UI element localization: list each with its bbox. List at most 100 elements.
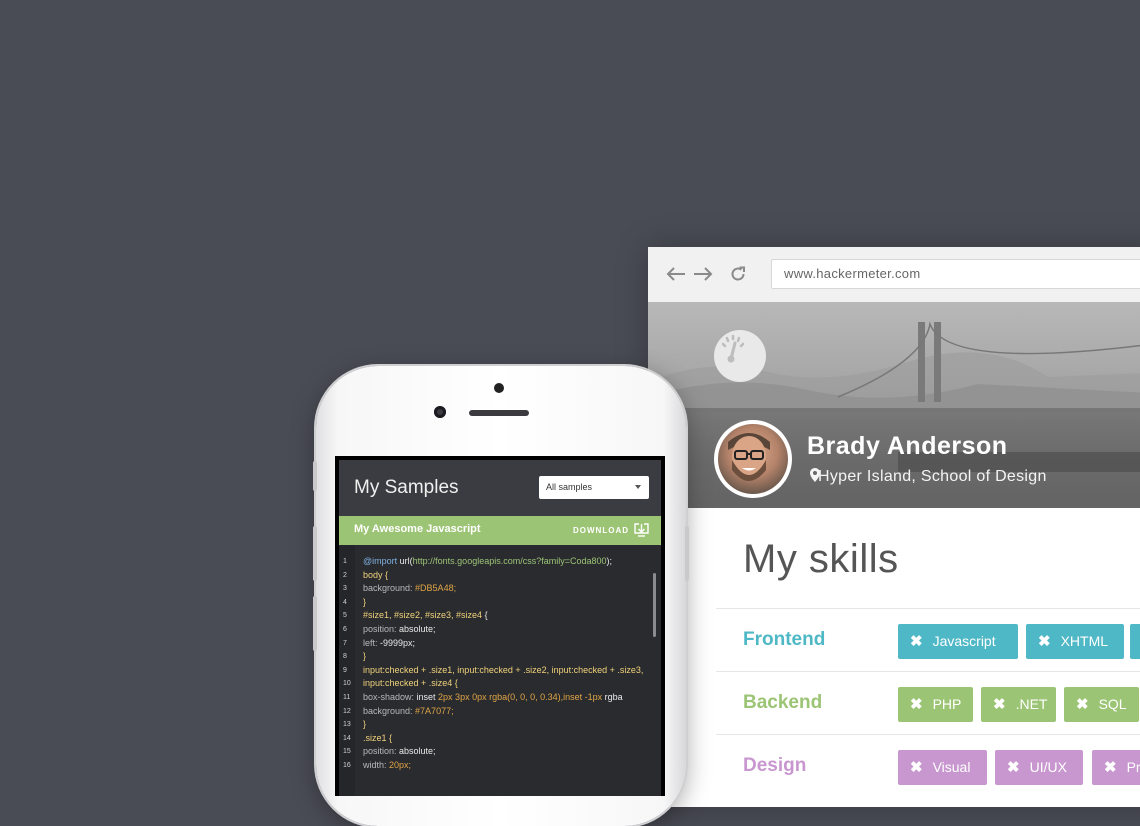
skill-tag[interactable]: ✖ SQL bbox=[1064, 687, 1139, 722]
proximity-sensor bbox=[494, 383, 504, 393]
address-bar[interactable]: www.hackermeter.com bbox=[771, 259, 1140, 289]
line-number: 9 bbox=[343, 666, 347, 674]
download-icon[interactable] bbox=[634, 523, 649, 542]
line-number: 14 bbox=[343, 734, 351, 742]
code-viewer[interactable]: 1 @import url(http://fonts.googleapis.com… bbox=[339, 545, 661, 796]
line-number: 13 bbox=[343, 721, 351, 729]
profile-hero: Brady Anderson Hyper Island, School of D… bbox=[648, 302, 1140, 508]
code-line: 11 box-shadow: inset 2px 3px 0px rgba(0, … bbox=[339, 691, 661, 705]
code-line: 15 position: absolute; bbox=[339, 745, 661, 759]
line-number: 11 bbox=[343, 694, 351, 701]
line-number: 1 bbox=[343, 558, 347, 565]
download-button[interactable]: DOWNLOAD bbox=[573, 526, 629, 535]
phone-screen: My Samples All samples My Awesome Javasc… bbox=[335, 456, 665, 796]
earpiece-speaker bbox=[469, 410, 529, 416]
samples-app: My Samples All samples My Awesome Javasc… bbox=[339, 460, 661, 796]
skill-tag[interactable]: ✖ Visual bbox=[898, 750, 987, 785]
close-icon[interactable]: ✖ bbox=[1007, 750, 1020, 785]
browser-window: www.hackermeter.com Brady Anderson Hyper… bbox=[648, 247, 1140, 807]
line-number: 3 bbox=[343, 585, 347, 593]
skill-row-design: Design ✖ Visual ✖ UI/UX ✖ Pr bbox=[716, 734, 1140, 797]
front-camera bbox=[434, 406, 446, 418]
sample-header: My Awesome Javascript DOWNLOAD bbox=[339, 516, 661, 545]
code-text: } bbox=[363, 719, 367, 730]
code-line: 3 background: #DB5A48; bbox=[339, 582, 661, 596]
close-icon[interactable]: ✖ bbox=[910, 687, 923, 722]
volume-down-button bbox=[313, 596, 317, 651]
close-icon[interactable]: ✖ bbox=[1104, 750, 1117, 785]
arrow-right-icon[interactable] bbox=[692, 263, 714, 285]
chevron-down-icon bbox=[635, 485, 641, 489]
profile-location: Hyper Island, School of Design bbox=[810, 468, 1047, 486]
line-number: 6 bbox=[343, 626, 347, 633]
close-icon[interactable]: ✖ bbox=[1076, 687, 1089, 722]
skill-category-label: Frontend bbox=[743, 629, 826, 650]
code-line: 13} bbox=[339, 718, 661, 732]
sample-name: My Awesome Javascript bbox=[354, 523, 481, 535]
line-number: 4 bbox=[343, 598, 347, 606]
profile-name: Brady Anderson bbox=[807, 432, 1008, 460]
close-icon[interactable]: ✖ bbox=[993, 687, 1006, 722]
skill-row-backend: Backend ✖ PHP ✖ .NET ✖ SQL bbox=[716, 671, 1140, 734]
line-number: 12 bbox=[343, 707, 351, 715]
line-number: 15 bbox=[343, 748, 351, 756]
code-line: 16 width: 20px; bbox=[339, 759, 661, 773]
code-text: position: absolute; bbox=[363, 624, 436, 634]
code-line: 1 @import url(http://fonts.googleapis.com… bbox=[339, 555, 661, 569]
code-text: .size1 { bbox=[363, 732, 393, 743]
skills-title: My skills bbox=[743, 537, 899, 581]
line-number: 7 bbox=[343, 639, 347, 647]
power-button bbox=[685, 526, 689, 581]
volume-up-button bbox=[313, 526, 317, 581]
code-text: } bbox=[363, 651, 367, 662]
skill-tag[interactable]: ✖ Javascript bbox=[898, 624, 1018, 659]
skill-tag[interactable]: ✖ UI/UX bbox=[995, 750, 1083, 785]
code-line: 9 input:checked + .size1, input:checked +… bbox=[339, 664, 661, 678]
close-icon[interactable]: ✖ bbox=[1038, 624, 1051, 659]
code-line: 12 background: #7A7077; bbox=[339, 705, 661, 719]
skill-row-frontend: Frontend ✖ Javascript ✖ XHTML bbox=[716, 608, 1140, 671]
code-text: input:checked + .size4 { bbox=[363, 678, 458, 689]
code-text: } bbox=[363, 596, 367, 607]
profile-location-text: Hyper Island, School of Design bbox=[818, 468, 1047, 485]
code-line: 4} bbox=[339, 596, 661, 610]
avatar[interactable] bbox=[714, 420, 792, 498]
code-text: #size1, #size2, #size3, #size4 { bbox=[363, 610, 488, 621]
skill-category-label: Backend bbox=[743, 692, 823, 713]
skill-category-label: Design bbox=[743, 755, 807, 776]
code-text: left: -9999px; bbox=[363, 637, 416, 648]
app-title: My Samples bbox=[354, 477, 459, 498]
code-line: 7 left: -9999px; bbox=[339, 637, 661, 651]
samples-filter-select[interactable]: All samples bbox=[539, 476, 649, 499]
code-line: 5 #size1, #size2, #size3, #size4 { bbox=[339, 609, 661, 623]
gauge-icon[interactable] bbox=[714, 330, 766, 382]
code-text: background: #DB5A48; bbox=[363, 583, 457, 594]
phone-device: My Samples All samples My Awesome Javasc… bbox=[313, 366, 689, 826]
code-text: width: 20px; bbox=[363, 760, 412, 770]
browser-toolbar: www.hackermeter.com bbox=[648, 247, 1140, 303]
skill-tag[interactable] bbox=[1130, 624, 1140, 659]
code-line: 14 .size1 { bbox=[339, 732, 661, 746]
close-icon[interactable]: ✖ bbox=[910, 624, 923, 659]
code-text: body { bbox=[363, 569, 389, 580]
code-text: input:checked + .size1, input:checked + … bbox=[363, 664, 644, 675]
app-header: My Samples All samples bbox=[339, 460, 661, 516]
code-text: @import url(http://fonts.googleapis.com/… bbox=[363, 556, 613, 566]
code-line: 2 body { bbox=[339, 569, 661, 583]
code-line: 6 position: absolute; bbox=[339, 623, 661, 637]
code-text: background: #7A7077; bbox=[363, 705, 454, 716]
arrow-left-icon[interactable] bbox=[665, 263, 687, 285]
close-icon[interactable]: ✖ bbox=[910, 750, 923, 785]
code-line: 10 input:checked + .size4 { bbox=[339, 677, 661, 691]
reload-icon[interactable] bbox=[727, 263, 749, 285]
skill-tag[interactable]: ✖ Pr bbox=[1092, 750, 1140, 785]
code-text: position: absolute; bbox=[363, 746, 436, 757]
line-number: 10 bbox=[343, 680, 351, 688]
line-number: 2 bbox=[343, 571, 347, 579]
skill-tag[interactable]: ✖ .NET bbox=[981, 687, 1056, 722]
code-line: 8} bbox=[339, 650, 661, 664]
line-number: 5 bbox=[343, 612, 347, 620]
line-number: 8 bbox=[343, 653, 347, 661]
skill-tag[interactable]: ✖ PHP bbox=[898, 687, 973, 722]
skill-tag[interactable]: ✖ XHTML bbox=[1026, 624, 1124, 659]
